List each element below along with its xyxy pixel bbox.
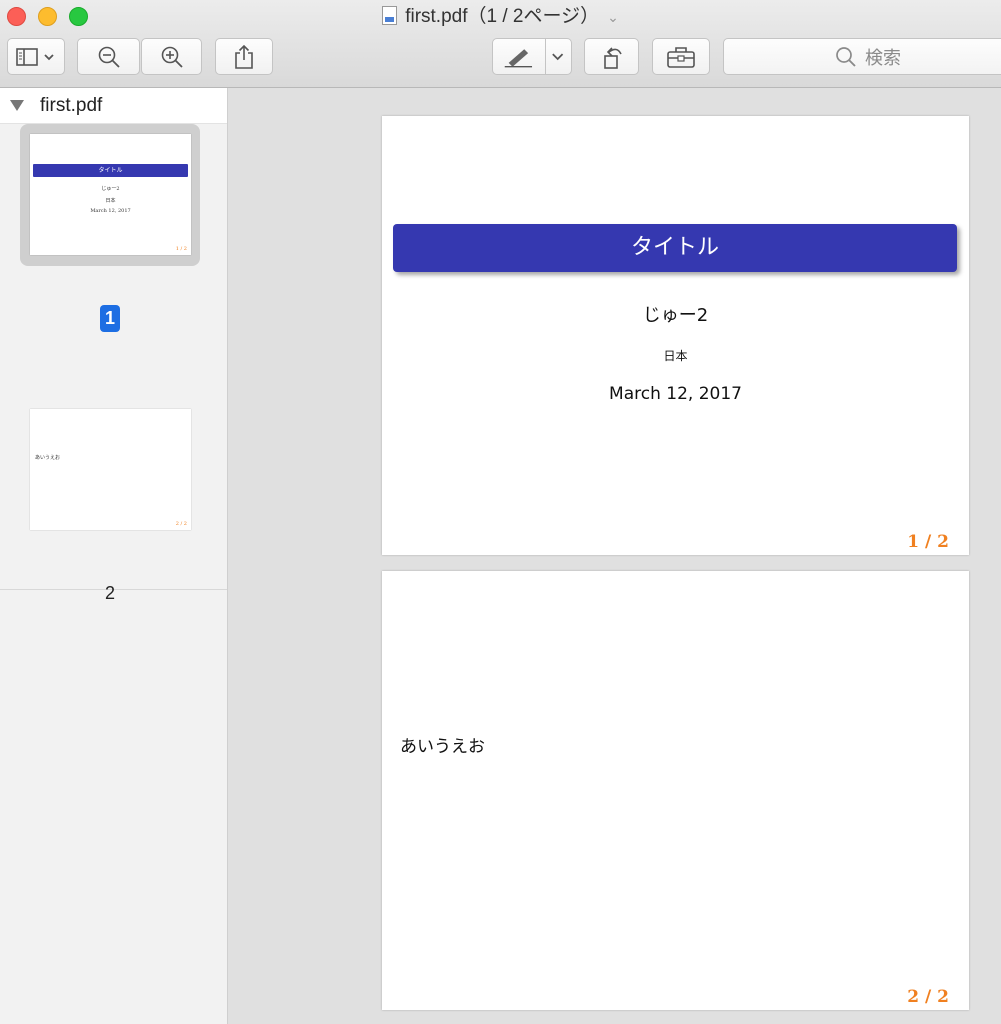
search-field[interactable]: 検索 bbox=[723, 38, 1001, 75]
share-icon bbox=[235, 44, 253, 69]
disclosure-triangle-icon[interactable] bbox=[10, 100, 24, 111]
thumbnail-label-page-1: 1 bbox=[0, 305, 220, 332]
slide-title: タイトル bbox=[393, 224, 957, 272]
zoom-in-button[interactable] bbox=[141, 38, 202, 75]
window-title-text: first.pdf（1 / 2ページ） bbox=[405, 6, 600, 27]
pen-icon bbox=[504, 48, 533, 67]
search-icon bbox=[836, 46, 856, 67]
share-button[interactable] bbox=[215, 38, 273, 75]
page-thumbnails: タイトル じゅー2 日本 March 12, 2017 1 / 2 1 あいうえ… bbox=[0, 124, 227, 603]
pdf-page-2[interactable]: あいうえお 2 / 2 bbox=[382, 571, 969, 1010]
toolbox-icon bbox=[667, 46, 695, 68]
thumbnail-label-page-2: 2 bbox=[104, 583, 115, 603]
sidebar-file-header[interactable]: first.pdf bbox=[0, 88, 227, 124]
slide-date: March 12, 2017 bbox=[609, 384, 742, 404]
sidebar-file-name: first.pdf bbox=[40, 94, 103, 116]
zoom-in-icon bbox=[161, 46, 183, 68]
thumbnail-image-page-1: タイトル じゅー2 日本 March 12, 2017 1 / 2 bbox=[30, 134, 191, 255]
zoom-out-button[interactable] bbox=[77, 38, 140, 75]
segment-divider bbox=[545, 39, 546, 74]
rotate-button[interactable] bbox=[584, 38, 639, 75]
thumb-institute: 日本 bbox=[105, 198, 116, 204]
zoom-out-icon bbox=[98, 46, 120, 68]
window-title[interactable]: first.pdf（1 / 2ページ） ⌄ bbox=[0, 4, 1001, 30]
chevron-down-icon: ⌄ bbox=[607, 9, 619, 25]
search-placeholder: 検索 bbox=[865, 47, 901, 68]
toolbox-button[interactable] bbox=[652, 38, 710, 75]
markup-button[interactable] bbox=[492, 38, 572, 75]
thumbnail-image-page-2: あいうえお 2 / 2 bbox=[30, 409, 191, 530]
thumb-author: じゅー2 bbox=[101, 186, 120, 192]
sidebar-view-button[interactable] bbox=[7, 38, 65, 75]
sidebar-toggle-icon bbox=[16, 47, 54, 66]
pdf-document-icon bbox=[382, 6, 398, 25]
thumb-body: あいうえお bbox=[35, 455, 61, 461]
page-number-badge: 1 bbox=[99, 305, 120, 332]
slide-page-number: 2 / 2 bbox=[907, 987, 949, 1007]
thumb-date: March 12, 2017 bbox=[90, 208, 131, 214]
thumb-page-number: 1 / 2 bbox=[175, 246, 187, 252]
slide-institute: 日本 bbox=[663, 349, 688, 363]
pdf-page-1[interactable]: タイトル じゅー2 日本 March 12, 2017 1 / 2 bbox=[382, 116, 969, 555]
thumbnail-sidebar: first.pdf タイトル じゅー2 日本 March 12, 2017 1 … bbox=[0, 88, 228, 1024]
slide-page-number: 1 / 2 bbox=[907, 532, 949, 552]
rotate-icon bbox=[603, 46, 622, 69]
slide-author: じゅー2 bbox=[642, 305, 709, 326]
window-toolbar: first.pdf（1 / 2ページ） ⌄ 検索 bbox=[0, 0, 1001, 88]
thumbnail-page-2[interactable]: あいうえお 2 / 2 bbox=[20, 399, 200, 541]
slide-body-text: あいうえお bbox=[400, 737, 485, 757]
thumb-title-bar: タイトル bbox=[33, 164, 188, 177]
thumb-page-number: 2 / 2 bbox=[175, 521, 187, 527]
chevron-down-icon bbox=[551, 52, 563, 60]
thumbnail-page-1[interactable]: タイトル じゅー2 日本 March 12, 2017 1 / 2 bbox=[20, 124, 200, 266]
